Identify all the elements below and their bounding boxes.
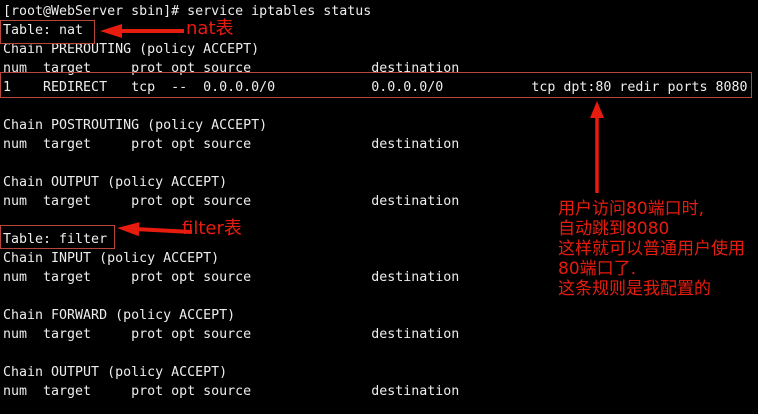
redirect-rule-note: 用户访问80端口时, 自动跳到8080 这样就可以普通用户使用 80端口了. 这… [558, 199, 745, 299]
nat-table-label: nat表 [186, 19, 234, 39]
filter-table-label: filter表 [182, 219, 242, 239]
terminal-screen[interactable]: [root@WebServer sbin]# service iptables … [0, 0, 758, 414]
